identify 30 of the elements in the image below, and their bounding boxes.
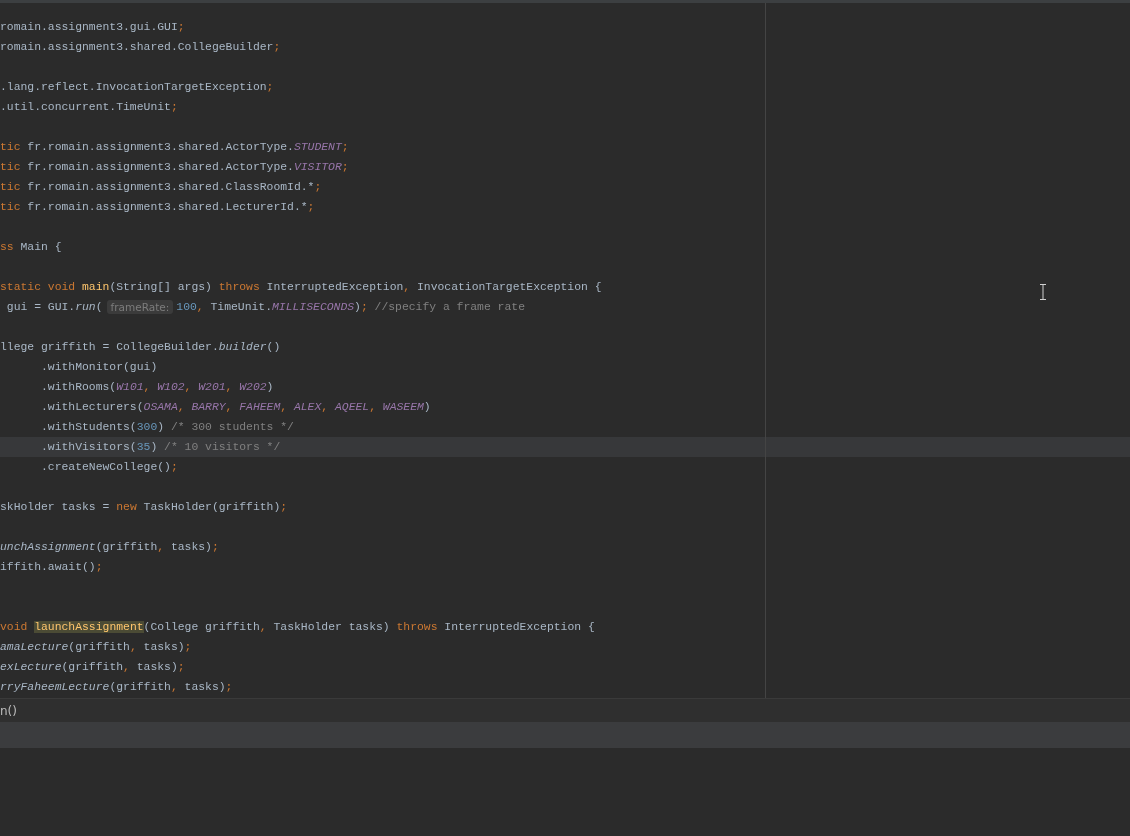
code-text: tic fr.romain.assignment3.shared.ActorType.VISITOR; [0, 161, 349, 173]
code-text: unchAssignment(griffith, tasks); [0, 541, 219, 553]
code-text: void launchAssignment(College griffith, TaskHolder tasks) throws InterruptedException { [0, 621, 595, 633]
text-cursor-icon [1039, 284, 1047, 300]
code-text: .withStudents(300) /* 300 students */ [40, 421, 294, 433]
code-text: .withVisitors(35) /* 10 visitors */ [40, 441, 281, 453]
code-text: tic fr.romain.assignment3.shared.LecturerId.*; [0, 201, 315, 213]
code-text: romain.assignment3.gui.GUI; [0, 21, 185, 33]
breadcrumb-item[interactable]: n() [0, 703, 23, 718]
code-text: .createNewCollege(); [40, 461, 178, 473]
code-text: .util.concurrent.TimeUnit; [0, 101, 178, 113]
code-text: rryFaheemLecture(griffith, tasks); [0, 681, 233, 693]
code-text: tic fr.romain.assignment3.shared.ClassRoomId.*; [0, 181, 322, 193]
code-text: .lang.reflect.InvocationTargetException; [0, 81, 274, 93]
code-text: tic fr.romain.assignment3.shared.ActorType.STUDENT; [0, 141, 349, 153]
parameter-hint: frameRate: [106, 300, 174, 314]
code-editor[interactable] [0, 3, 1130, 698]
code-text: exLecture(griffith, tasks); [0, 661, 185, 673]
code-text: .withRooms(W101, W102, W201, W202) [40, 381, 274, 393]
code-text: .withLecturers(OSAMA, BARRY, FAHEEM, ALEX, AQEEL, WASEEM) [40, 401, 431, 413]
code-text: amaLecture(griffith, tasks); [0, 641, 192, 653]
code-text: .withMonitor(gui) [40, 361, 158, 373]
code-text: llege griffith = CollegeBuilder.builder() [0, 341, 281, 353]
code-text: iffith.await(); [0, 561, 103, 573]
code-text: gui = GUI.run( [5, 301, 103, 313]
code-text: ss Main { [0, 241, 62, 253]
code-text: skHolder tasks = new TaskHolder(griffith); [0, 501, 288, 513]
code-text: static void main(String[] args) throws InterruptedException, InvocationTargetException { [0, 281, 602, 293]
code-text: romain.assignment3.shared.CollegeBuilder; [0, 41, 281, 53]
code-text: 100, TimeUnit.MILLISECONDS); //specify a frame rate [176, 301, 525, 313]
